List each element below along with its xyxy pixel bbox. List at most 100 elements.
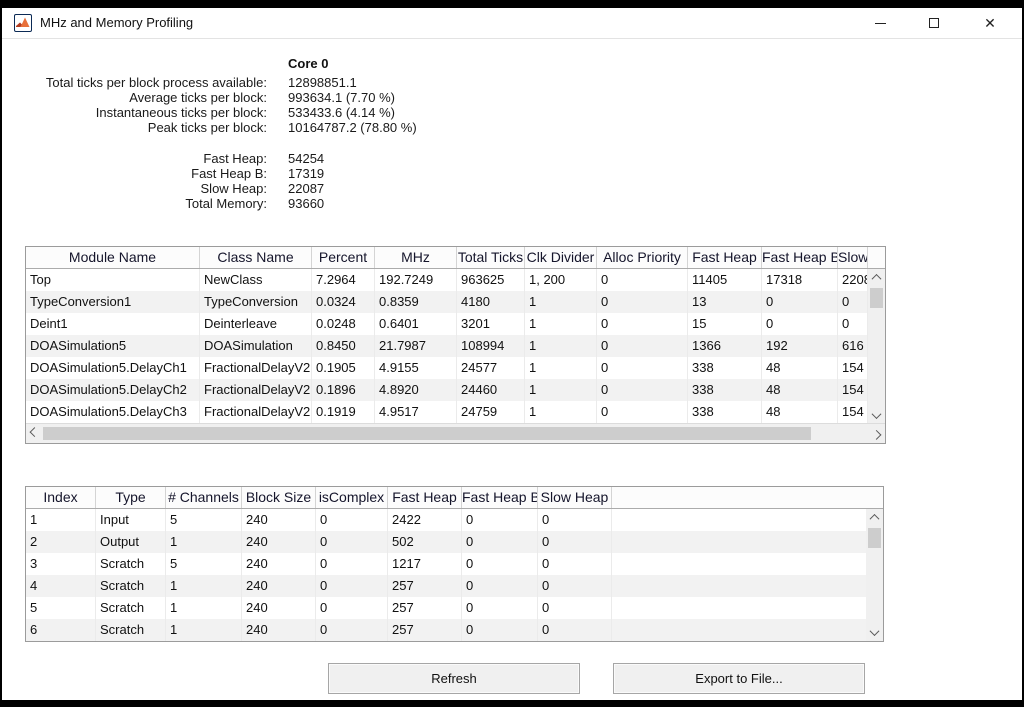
table-cell: 0	[538, 531, 612, 553]
memory-table-header[interactable]: IndexType# ChannelsBlock SizeisComplexFa…	[26, 487, 883, 509]
table-row[interactable]: Deint1Deinterleave0.02480.64013201101500	[26, 313, 885, 335]
memory-table-vertical-scrollbar[interactable]	[866, 509, 883, 641]
column-header[interactable]: Alloc Priority	[597, 247, 688, 268]
table-row[interactable]: TopNewClass7.2964192.72499636251, 200011…	[26, 269, 885, 291]
table-cell: 1	[166, 575, 242, 597]
export-button[interactable]: Export to File...	[613, 663, 865, 694]
table-cell: 0.1905	[312, 357, 375, 379]
table-row[interactable]: DOASimulation5.DelayCh1FractionalDelayV2…	[26, 357, 885, 379]
table-cell: 0.0248	[312, 313, 375, 335]
column-header[interactable]: Block Size	[242, 487, 316, 508]
table-cell: DOASimulation5.DelayCh2	[26, 379, 200, 401]
table-row[interactable]: 6Scratch1240025700	[26, 619, 883, 641]
table-row[interactable]: 1Input52400242200	[26, 509, 883, 531]
scroll-down-button[interactable]	[868, 407, 885, 424]
table-cell: 0	[316, 553, 388, 575]
table-cell: 17318	[762, 269, 838, 291]
scroll-right-button[interactable]	[868, 424, 885, 443]
column-header[interactable]: # Channels	[166, 487, 242, 508]
scroll-up-button[interactable]	[868, 269, 885, 286]
stat-value: 12898851.1	[288, 75, 357, 90]
stat-value: 22087	[288, 181, 324, 196]
module-table-header[interactable]: Module NameClass NamePercentMHzTotal Tic…	[26, 247, 885, 269]
table-cell: 1	[26, 509, 96, 531]
table-cell: 1217	[388, 553, 462, 575]
vertical-scroll-thumb[interactable]	[870, 288, 883, 308]
vertical-scroll-thumb[interactable]	[868, 528, 881, 548]
table-cell: 0	[316, 619, 388, 641]
column-header[interactable]: Clk Divider	[525, 247, 597, 268]
column-header[interactable]: isComplex	[316, 487, 388, 508]
table-cell: 0.8450	[312, 335, 375, 357]
table-row[interactable]: 5Scratch1240025700	[26, 597, 883, 619]
column-header[interactable]: Module Name	[26, 247, 200, 268]
table-row[interactable]: DOASimulation5.DelayCh3FractionalDelayV2…	[26, 401, 885, 423]
table-row[interactable]: 4Scratch1240025700	[26, 575, 883, 597]
maximize-button[interactable]	[912, 8, 956, 38]
table-cell: 0	[316, 509, 388, 531]
module-table-horizontal-scrollbar[interactable]	[26, 423, 885, 443]
table-cell: Scratch	[96, 619, 166, 641]
table-cell: 0	[597, 291, 688, 313]
table-cell: 0	[597, 269, 688, 291]
table-cell: 2422	[388, 509, 462, 531]
stat-peak-ticks: Peak ticks per block: 10164787.2 (78.80 …	[2, 120, 702, 135]
module-table-vertical-scrollbar[interactable]	[868, 269, 885, 424]
table-cell: Scratch	[96, 553, 166, 575]
column-header[interactable]: Index	[26, 487, 96, 508]
table-cell: 192	[762, 335, 838, 357]
column-header[interactable]: Slow	[838, 247, 868, 268]
table-cell: 4.9517	[375, 401, 457, 423]
table-row[interactable]: TypeConversion1TypeConversion0.03240.835…	[26, 291, 885, 313]
table-cell: 4.8920	[375, 379, 457, 401]
column-header[interactable]: Class Name	[200, 247, 312, 268]
memory-stats: Fast Heap: 54254 Fast Heap B: 17319 Slow…	[2, 151, 702, 211]
table-row[interactable]: 3Scratch52400121700	[26, 553, 883, 575]
table-cell: 257	[388, 575, 462, 597]
table-cell: 4	[26, 575, 96, 597]
horizontal-scroll-thumb[interactable]	[43, 427, 811, 440]
column-header[interactable]: Type	[96, 487, 166, 508]
table-cell: 0.1919	[312, 401, 375, 423]
scroll-up-button[interactable]	[866, 509, 883, 526]
column-header[interactable]: Slow Heap	[538, 487, 612, 508]
close-button[interactable]: ✕	[968, 8, 1012, 38]
table-cell: 48	[762, 379, 838, 401]
title-bar[interactable]: MHz and Memory Profiling ✕	[2, 8, 1022, 39]
refresh-button[interactable]: Refresh	[328, 663, 580, 694]
table-cell: 257	[388, 597, 462, 619]
table-cell: 0	[538, 509, 612, 531]
table-cell: 963625	[457, 269, 525, 291]
table-cell: 0.6401	[375, 313, 457, 335]
scroll-left-button[interactable]	[26, 424, 43, 443]
column-header[interactable]: Fast Heap B	[762, 247, 838, 268]
table-cell: 0	[597, 379, 688, 401]
table-cell: Scratch	[96, 575, 166, 597]
table-row[interactable]: DOASimulation5.DelayCh2FractionalDelayV2…	[26, 379, 885, 401]
stat-total-ticks: Total ticks per block process available:…	[2, 75, 702, 90]
column-header[interactable]: Total Ticks	[457, 247, 525, 268]
table-cell: 0.1896	[312, 379, 375, 401]
table-row[interactable]: DOASimulation5DOASimulation0.845021.7987…	[26, 335, 885, 357]
column-header[interactable]: Fast Heap	[388, 487, 462, 508]
column-header[interactable]: Fast Heap	[688, 247, 762, 268]
column-header[interactable]: Percent	[312, 247, 375, 268]
table-cell: 11405	[688, 269, 762, 291]
table-cell: 616	[838, 335, 868, 357]
column-header[interactable]: Fast Heap B	[462, 487, 538, 508]
table-cell: TypeConversion	[200, 291, 312, 313]
table-cell: TypeConversion1	[26, 291, 200, 313]
core-header: Core 0	[288, 56, 328, 71]
table-cell: 4180	[457, 291, 525, 313]
table-cell: 5	[26, 597, 96, 619]
minimize-button[interactable]	[858, 8, 902, 38]
column-header[interactable]: MHz	[375, 247, 457, 268]
table-cell: 0	[462, 575, 538, 597]
stat-label: Slow Heap:	[2, 181, 267, 196]
scroll-down-button[interactable]	[866, 624, 883, 641]
memory-table-body: 1Input524002422002Output12400502003Scrat…	[26, 509, 883, 641]
table-cell: 240	[242, 553, 316, 575]
matlab-icon	[14, 14, 32, 32]
table-cell: 1	[525, 291, 597, 313]
table-row[interactable]: 2Output1240050200	[26, 531, 883, 553]
